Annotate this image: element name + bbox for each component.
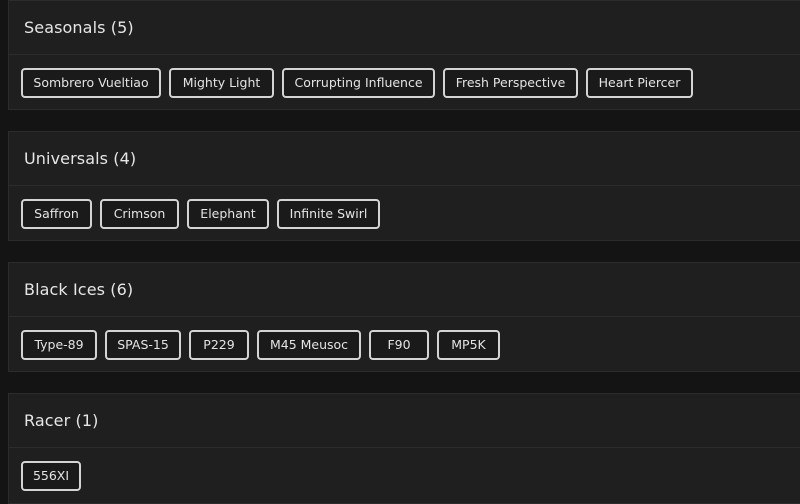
section-body: Saffron Crimson Elephant Infinite Swirl	[9, 186, 800, 241]
section-header: Black Ices (6)	[9, 263, 800, 317]
chip-list: 556XI	[21, 460, 81, 491]
chip-elephant[interactable]: Elephant	[187, 198, 269, 229]
chip-p229[interactable]: P229	[189, 329, 249, 360]
chip-556xi[interactable]: 556XI	[21, 460, 81, 491]
chip-fresh-perspective[interactable]: Fresh Perspective	[443, 67, 578, 98]
chip-f90[interactable]: F90	[369, 329, 429, 360]
chip-list: Type-89 SPAS-15 P229 M45 Meusoc F90 MP5K	[21, 329, 500, 360]
chip-corrupting-influence[interactable]: Corrupting Influence	[282, 67, 435, 98]
section-racer: Racer (1) 556XI	[8, 393, 800, 504]
chip-saffron[interactable]: Saffron	[21, 198, 92, 229]
chip-m45-meusoc[interactable]: M45 Meusoc	[257, 329, 361, 360]
page: Seasonals (5) Sombrero Vueltiao Mighty L…	[0, 0, 800, 504]
chip-infinite-swirl[interactable]: Infinite Swirl	[277, 198, 380, 229]
section-black-ices: Black Ices (6) Type-89 SPAS-15 P229 M45 …	[8, 262, 800, 372]
section-body: Sombrero Vueltiao Mighty Light Corruptin…	[9, 55, 800, 110]
section-title: Racer (1)	[24, 411, 99, 430]
section-header: Universals (4)	[9, 132, 800, 186]
chip-type-89[interactable]: Type-89	[21, 329, 97, 360]
chip-mp5k[interactable]: MP5K	[437, 329, 500, 360]
section-title: Universals (4)	[24, 149, 137, 168]
chip-spas-15[interactable]: SPAS-15	[105, 329, 181, 360]
chip-crimson[interactable]: Crimson	[100, 198, 179, 229]
section-universals: Universals (4) Saffron Crimson Elephant …	[8, 131, 800, 241]
section-seasonals: Seasonals (5) Sombrero Vueltiao Mighty L…	[8, 0, 800, 110]
section-header: Racer (1)	[9, 394, 800, 448]
chip-heart-piercer[interactable]: Heart Piercer	[586, 67, 693, 98]
chip-mighty-light[interactable]: Mighty Light	[169, 67, 274, 98]
section-header: Seasonals (5)	[9, 1, 800, 55]
section-body: 556XI	[9, 448, 800, 503]
section-body: Type-89 SPAS-15 P229 M45 Meusoc F90 MP5K	[9, 317, 800, 372]
chip-list: Sombrero Vueltiao Mighty Light Corruptin…	[21, 67, 693, 98]
section-title: Black Ices (6)	[24, 280, 134, 299]
chip-sombrero-vueltiao[interactable]: Sombrero Vueltiao	[21, 67, 161, 98]
section-title: Seasonals (5)	[24, 18, 134, 37]
chip-list: Saffron Crimson Elephant Infinite Swirl	[21, 198, 380, 229]
